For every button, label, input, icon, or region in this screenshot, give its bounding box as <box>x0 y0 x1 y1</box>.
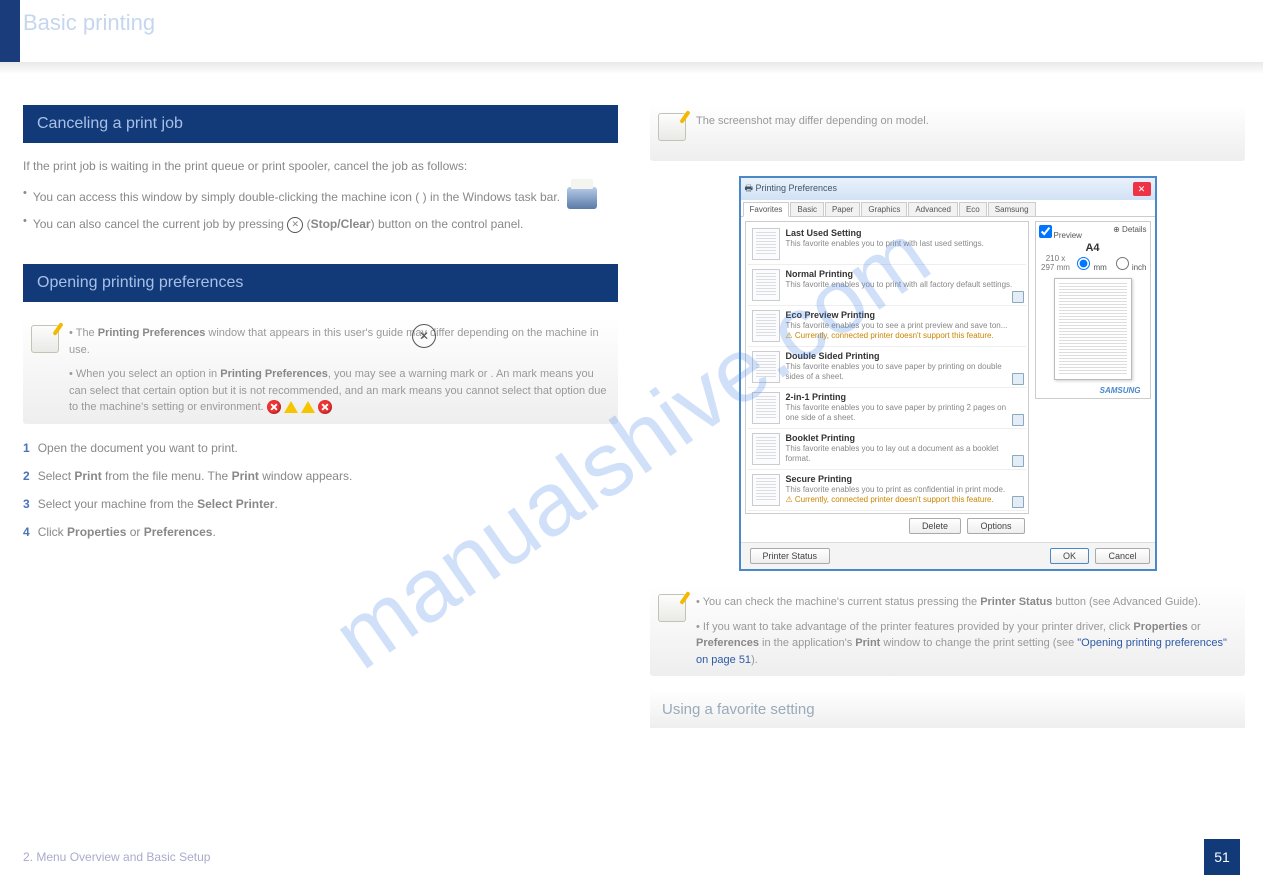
favorite-item[interactable]: Double Sided PrintingThis favorite enabl… <box>748 347 1026 388</box>
page-title: Basic printing <box>23 10 155 36</box>
note-icon <box>658 594 686 622</box>
tab-advanced[interactable]: Advanced <box>908 202 958 216</box>
tab-eco[interactable]: Eco <box>959 202 987 216</box>
note-screenshot: The screenshot may differ depending on m… <box>650 105 1245 161</box>
chapter-label: 2. Menu Overview and Basic Setup <box>23 850 210 864</box>
section-cancel-heading: Canceling a print job <box>23 105 618 143</box>
favorite-item[interactable]: 2-in-1 PrintingThis favorite enables you… <box>748 388 1026 429</box>
delete-button[interactable]: Delete <box>909 518 961 534</box>
cancel-li2: You can also cancel the current job by p… <box>33 215 524 233</box>
close-ad-button[interactable]: ✕ <box>412 324 436 348</box>
error-icon <box>318 400 332 414</box>
dialog-title: Printing Preferences <box>756 183 838 193</box>
tab-graphics[interactable]: Graphics <box>861 202 907 216</box>
favorite-item[interactable]: Booklet PrintingThis favorite enables yo… <box>748 429 1026 470</box>
ok-button[interactable]: OK <box>1050 548 1089 564</box>
favorite-item[interactable]: Normal PrintingThis favorite enables you… <box>748 265 1026 306</box>
note-pref: • The Printing Preferences window that a… <box>23 317 618 424</box>
preview-checkbox[interactable]: Preview <box>1039 225 1082 240</box>
page-number: 51 <box>1204 839 1240 875</box>
cancel-intro: If the print job is waiting in the print… <box>23 158 618 175</box>
paper-size: A4 <box>1039 242 1147 254</box>
tab-basic[interactable]: Basic <box>790 202 824 216</box>
unit-mm[interactable]: mm <box>1072 254 1106 272</box>
tab-favorites[interactable]: Favorites <box>743 202 790 217</box>
favorite-item[interactable]: Eco Preview PrintingThis favorite enable… <box>748 306 1026 347</box>
printer-icon <box>567 187 597 209</box>
cancel-button[interactable]: Cancel <box>1095 548 1149 564</box>
printing-preferences-dialog: 🖶 Printing Preferences ✕ FavoritesBasicP… <box>739 176 1157 571</box>
error-icon <box>267 400 281 414</box>
tab-paper[interactable]: Paper <box>825 202 860 216</box>
warning-icon <box>284 401 298 413</box>
note-icon <box>31 325 59 353</box>
note-icon <box>658 113 686 141</box>
step-4: 4Click Properties or Preferences. <box>23 523 618 541</box>
note-status: • You can check the machine's current st… <box>650 586 1245 676</box>
section-pref-heading: Opening printing preferences <box>23 264 618 302</box>
options-button[interactable]: Options <box>967 518 1024 534</box>
close-button[interactable]: ✕ <box>1133 182 1151 196</box>
step-2: 2Select Print from the file menu. The Pr… <box>23 467 618 485</box>
printer-status-button[interactable]: Printer Status <box>750 548 831 564</box>
warning-icon <box>301 401 315 413</box>
step-1: 1Open the document you want to print. <box>23 439 618 457</box>
stop-clear-icon: ✕ <box>287 217 303 233</box>
favorite-item[interactable]: Last Used SettingThis favorite enables y… <box>748 224 1026 265</box>
samsung-logo: SAMSUNG <box>1039 386 1147 395</box>
tab-samsung[interactable]: Samsung <box>988 202 1036 216</box>
details-link[interactable]: ⊕ Details <box>1113 225 1146 240</box>
step-3: 3Select your machine from the Select Pri… <box>23 495 618 513</box>
unit-inch[interactable]: inch <box>1111 254 1147 272</box>
cancel-li1: You can access this window by simply dou… <box>33 187 601 209</box>
subsection-favorite: Using a favorite setting <box>650 691 1245 728</box>
favorite-item[interactable]: Secure PrintingThis favorite enables you… <box>748 470 1026 511</box>
